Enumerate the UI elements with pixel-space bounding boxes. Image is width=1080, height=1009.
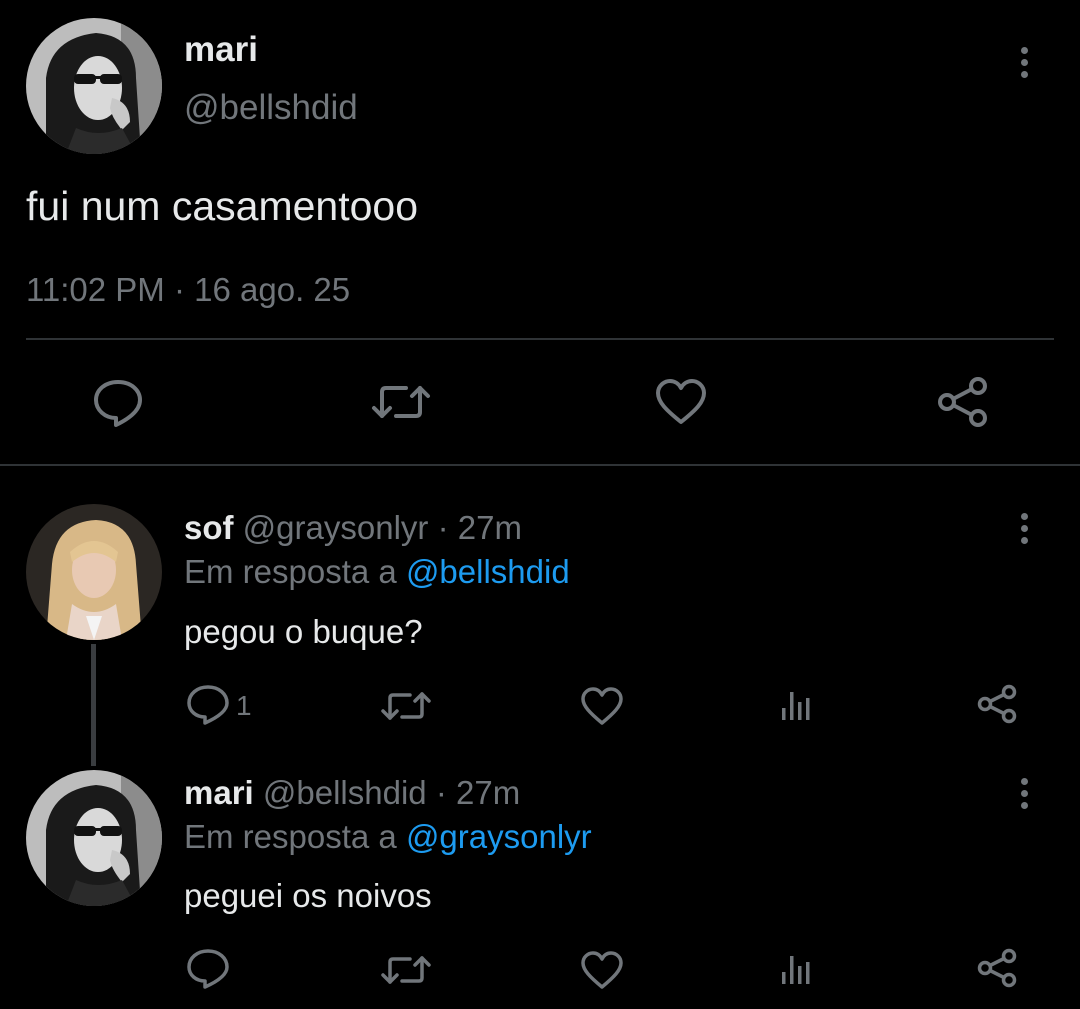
section-divider xyxy=(0,464,1080,466)
retweet-icon[interactable] xyxy=(370,380,432,424)
main-tweet-timestamp[interactable]: 11:02 PM · 16 ago. 25 xyxy=(26,270,350,310)
main-tweet-divider xyxy=(26,338,1054,340)
reply-author-avatar[interactable] xyxy=(26,504,162,640)
reply-to-mention[interactable]: @graysonlyr xyxy=(406,818,592,855)
reply-icon[interactable] xyxy=(92,378,144,428)
share-icon[interactable] xyxy=(936,376,990,428)
like-icon[interactable] xyxy=(580,950,624,990)
meta-separator: · xyxy=(173,271,185,308)
reply-header: sof @graysonlyr · 27m xyxy=(184,508,522,548)
share-icon[interactable] xyxy=(976,948,1018,988)
reply-author-handle[interactable]: @graysonlyr xyxy=(243,509,429,546)
reply-to-line: Em resposta a @bellshdid xyxy=(184,552,570,592)
reply-to-mention[interactable]: @bellshdid xyxy=(406,553,570,590)
reply-count: 1 xyxy=(236,690,252,721)
meta-separator: · xyxy=(435,774,447,811)
reply-to-label: Em resposta a xyxy=(184,553,397,590)
reply-to-label: Em resposta a xyxy=(184,818,397,855)
thread-connector xyxy=(91,644,96,766)
reply-text: pegou o buque? xyxy=(184,613,423,650)
reply-icon[interactable] xyxy=(186,948,230,990)
reply-header: mari @bellshdid · 27m xyxy=(184,773,520,813)
reply-author-name[interactable]: mari xyxy=(184,774,254,811)
main-author-name[interactable]: mari xyxy=(184,30,258,70)
reply-to-line: Em resposta a @graysonlyr xyxy=(184,817,592,857)
main-author-avatar[interactable] xyxy=(26,18,162,154)
retweet-icon[interactable] xyxy=(380,952,432,988)
reply-author-handle[interactable]: @bellshdid xyxy=(263,774,427,811)
tweet-date: 16 ago. 25 xyxy=(194,271,351,308)
reply-more-options-icon[interactable] xyxy=(1004,771,1044,815)
reply-text: peguei os noivos xyxy=(184,877,432,914)
like-icon[interactable] xyxy=(654,378,708,426)
views-icon[interactable] xyxy=(780,952,816,986)
reply-author-avatar[interactable] xyxy=(26,770,162,906)
reply-icon[interactable] xyxy=(186,684,230,726)
main-more-options-icon[interactable] xyxy=(1004,40,1044,84)
views-icon[interactable] xyxy=(780,688,816,722)
reply-age: 27m xyxy=(456,774,521,811)
like-icon[interactable] xyxy=(580,686,624,726)
reply-more-options-icon[interactable] xyxy=(1004,506,1044,550)
reply-age: 27m xyxy=(457,509,522,546)
retweet-icon[interactable] xyxy=(380,688,432,724)
share-icon[interactable] xyxy=(976,684,1018,724)
main-tweet-text: fui num casamentooo xyxy=(26,183,419,229)
meta-separator: · xyxy=(437,509,449,546)
tweet-time: 11:02 PM xyxy=(26,271,165,308)
main-author-handle[interactable]: @bellshdid xyxy=(184,88,358,128)
reply-author-name[interactable]: sof xyxy=(184,509,234,546)
